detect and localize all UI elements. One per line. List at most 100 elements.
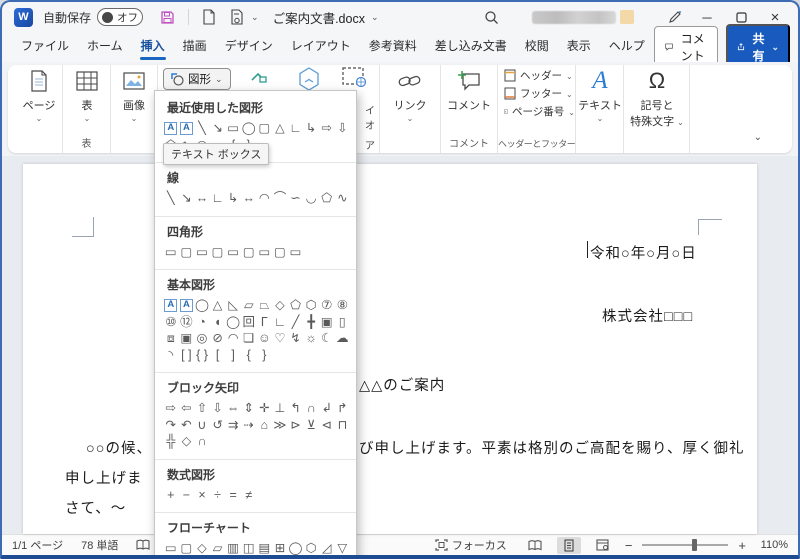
shape-icon[interactable]: ⬠	[288, 297, 304, 314]
shape-icon[interactable]: ▽	[335, 540, 351, 555]
shape-icon[interactable]: ≫	[272, 417, 288, 434]
shape-icon[interactable]: A	[179, 298, 193, 312]
shape-icon[interactable]: ⊥	[272, 400, 288, 417]
shape-icon[interactable]: ⊲	[319, 417, 335, 434]
shape-icon[interactable]: ⇩	[335, 120, 351, 137]
ribbon-tab-4[interactable]: デザイン	[216, 30, 282, 62]
shape-icon[interactable]: ▢	[241, 244, 257, 261]
shape-icon[interactable]: ↔	[241, 190, 257, 207]
shape-icon[interactable]: ╱	[288, 314, 304, 331]
shape-icon[interactable]: ◺	[225, 297, 241, 314]
shape-icon[interactable]: ⊻	[303, 417, 319, 434]
quick-access-chevron-icon[interactable]: ⌄	[251, 12, 259, 23]
shape-icon[interactable]: ⌂	[257, 417, 273, 434]
ribbon-tab-5[interactable]: レイアウト	[282, 30, 360, 62]
symbol-button[interactable]: Ω 記号と 特殊文字 ⌄	[630, 67, 684, 129]
shape-icon[interactable]: ∟	[210, 190, 226, 207]
shape-icon[interactable]: ◯	[241, 120, 257, 137]
shape-icon[interactable]: ◎	[194, 330, 210, 347]
shape-icon[interactable]: ▱	[210, 540, 226, 555]
shape-icon[interactable]: ∟	[288, 120, 304, 137]
shape-icon[interactable]: ◯	[288, 540, 304, 555]
print-layout-button[interactable]	[556, 536, 581, 554]
page-button[interactable]: ページ ⌄	[17, 67, 61, 123]
shape-icon[interactable]: [	[210, 347, 226, 364]
shape-icon[interactable]: ⏢	[257, 297, 273, 314]
word-logo-icon[interactable]: W	[14, 7, 33, 27]
ribbon-tab-8[interactable]: 校閲	[516, 30, 558, 62]
shape-icon[interactable]: △	[272, 120, 288, 137]
shape-icon[interactable]: △	[210, 297, 226, 314]
shape-icon[interactable]: −	[179, 487, 195, 504]
zoom-slider[interactable]	[642, 539, 729, 551]
shape-icon[interactable]: ▢	[272, 244, 288, 261]
zoom-level[interactable]: 110%	[756, 539, 788, 551]
shape-icon[interactable]: ▭	[288, 244, 304, 261]
shape-icon[interactable]: ↺	[210, 417, 226, 434]
shape-icon[interactable]: ◫	[241, 540, 257, 555]
word-count[interactable]: 78 単語	[81, 537, 118, 553]
shape-icon[interactable]: =	[225, 487, 241, 504]
web-layout-button[interactable]	[591, 537, 615, 554]
comment-button[interactable]: コメント	[447, 67, 491, 113]
shape-icon[interactable]: ⌒	[272, 190, 288, 207]
shape-icon[interactable]: ⊳	[288, 417, 304, 434]
doc-subject-line[interactable]: △△のご案内	[359, 374, 445, 395]
shape-icon[interactable]: ♡	[272, 330, 288, 347]
icons-hexagon-icon[interactable]	[296, 66, 322, 92]
shape-icon[interactable]: ↘	[210, 120, 226, 137]
shape-icon[interactable]: }	[257, 347, 273, 364]
shape-icon[interactable]: ⬠	[319, 190, 335, 207]
shape-icon[interactable]: ▭	[163, 244, 179, 261]
shape-icon[interactable]: ⊓	[335, 417, 351, 434]
shape-icon[interactable]: ⇨	[163, 400, 179, 417]
shape-icon[interactable]: ×	[194, 487, 210, 504]
shape-icon[interactable]: A	[179, 121, 193, 135]
shape-icon[interactable]: ⑧	[335, 297, 351, 314]
shape-icon[interactable]: ▤	[257, 540, 273, 555]
shape-icon[interactable]: ▢	[257, 120, 273, 137]
doc-date-line[interactable]: 令和○年○月○日	[590, 242, 697, 263]
shape-icon[interactable]: ≠	[241, 487, 257, 504]
shape-icon[interactable]: ⇧	[194, 400, 210, 417]
image-button[interactable]: 画像 ⌄	[112, 67, 156, 123]
shape-icon[interactable]: ∩	[194, 433, 210, 450]
text-button[interactable]: A テキスト ⌄	[578, 67, 622, 124]
shape-icon[interactable]: ╋	[303, 314, 319, 331]
shape-icon[interactable]: ▭	[225, 120, 241, 137]
shape-icon[interactable]: ◝	[163, 347, 179, 364]
shape-icon[interactable]: ⇦	[179, 400, 195, 417]
shape-icon[interactable]: ▱	[241, 297, 257, 314]
shape-icon[interactable]: 回	[241, 314, 257, 331]
avatar[interactable]	[620, 10, 634, 24]
shape-icon[interactable]: ⇕	[241, 400, 257, 417]
shape-icon[interactable]: ◇	[179, 433, 195, 450]
shape-icon[interactable]: ⬡	[303, 297, 319, 314]
shape-icon[interactable]: ⑩	[163, 314, 179, 331]
shape-icon[interactable]: ↲	[319, 400, 335, 417]
shape-icon[interactable]: ◇	[194, 540, 210, 555]
ribbon-tab-1[interactable]: ホーム	[78, 30, 132, 62]
shape-icon[interactable]: ✛	[257, 400, 273, 417]
shape-icon[interactable]: ↶	[179, 417, 195, 434]
shape-icon[interactable]: ⊘	[210, 330, 226, 347]
shape-icon[interactable]: ↯	[288, 330, 304, 347]
shape-icon[interactable]: ⇉	[225, 417, 241, 434]
ribbon-tab-10[interactable]: ヘルプ	[600, 30, 654, 62]
ribbon-tab-3[interactable]: 描画	[174, 30, 216, 62]
new-document-icon[interactable]	[202, 9, 216, 25]
shape-icon[interactable]: ☺	[257, 330, 273, 347]
document-title[interactable]: ご案内文書.docx ⌄	[273, 8, 379, 27]
doc-body-line[interactable]: ○○の候、	[86, 437, 152, 458]
autosave-control[interactable]: 自動保存 オフ	[43, 8, 144, 26]
link-button[interactable]: リンク ⌄	[388, 67, 432, 123]
shape-icon[interactable]: ⬡	[303, 540, 319, 555]
shape-icon[interactable]: ◯	[225, 314, 241, 331]
shape-icon[interactable]: { }	[194, 347, 210, 364]
shape-icon[interactable]: A	[164, 121, 178, 135]
doc-body-line[interactable]: 申し上げま	[65, 467, 143, 488]
pen-feedback-icon[interactable]	[667, 9, 683, 25]
doc-company-line[interactable]: 株式会社□□□	[602, 305, 693, 326]
shape-icon[interactable]: ∩	[303, 400, 319, 417]
shape-icon[interactable]: ⑦	[319, 297, 335, 314]
